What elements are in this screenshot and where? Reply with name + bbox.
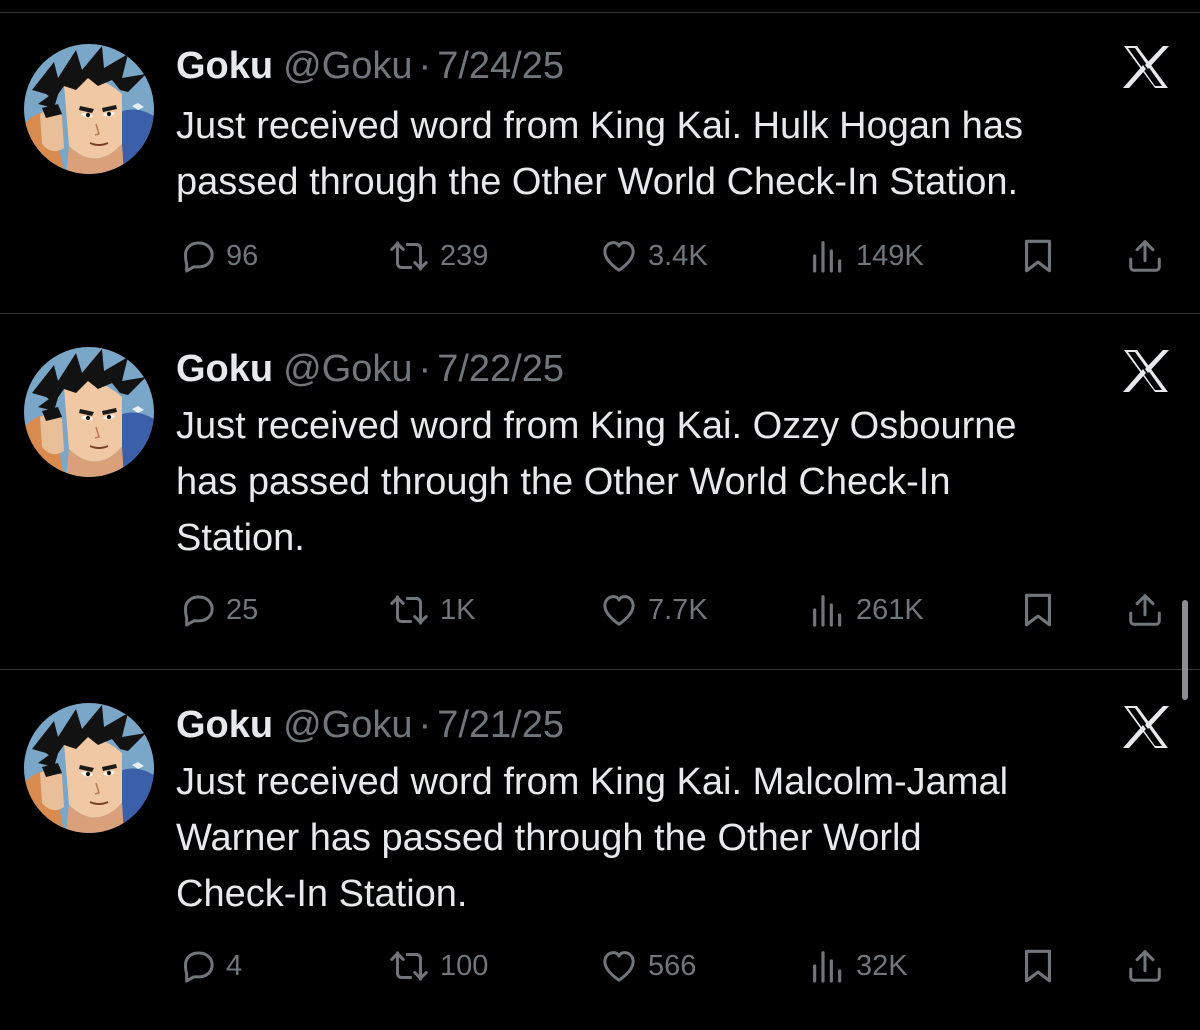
tweet-text: Just received word from King Kai. Ozzy O…: [176, 405, 1017, 559]
separator-dot: ·: [418, 704, 432, 746]
repost-count: 239: [440, 239, 489, 272]
tweet-header: Goku @Goku · 7/21/25: [176, 703, 564, 747]
repost-button[interactable]: 1K: [386, 586, 475, 634]
repost-count: 100: [440, 949, 489, 982]
views-button[interactable]: 149K: [808, 232, 924, 280]
heart-icon: [598, 946, 640, 986]
share-button[interactable]: [1126, 232, 1164, 280]
repost-icon: [386, 946, 432, 986]
like-button[interactable]: 7.7K: [598, 586, 708, 634]
action-bar: 25 1K 7.7K 261K: [0, 586, 1200, 634]
tweet[interactable]: Goku @Goku · 7/22/25 Just received word fro…: [0, 314, 1200, 670]
view-count: 32K: [856, 949, 908, 982]
views-button[interactable]: 32K: [808, 942, 908, 990]
like-button[interactable]: 566: [598, 942, 696, 990]
author-name[interactable]: Goku: [176, 45, 273, 87]
reply-count: 25: [226, 593, 259, 626]
repost-button[interactable]: 100: [386, 942, 488, 990]
reply-button[interactable]: 25: [178, 586, 258, 634]
author-name[interactable]: Goku: [176, 348, 273, 390]
x-logo-icon[interactable]: [1118, 346, 1174, 396]
repost-icon: [386, 590, 432, 630]
tweet[interactable]: Goku @Goku · 7/24/25 Just received word fro…: [0, 0, 1200, 314]
heart-icon: [598, 236, 640, 276]
view-count: 261K: [856, 593, 924, 626]
avatar[interactable]: [24, 44, 154, 174]
author-handle[interactable]: @Goku: [283, 704, 412, 746]
reply-icon: [178, 236, 218, 276]
action-bar: 4 100 566 32K: [0, 942, 1200, 990]
reply-icon: [178, 590, 218, 630]
tweet[interactable]: Goku @Goku · 7/21/25 Just received word fro…: [0, 670, 1200, 1030]
scrollbar[interactable]: [1182, 600, 1188, 700]
repost-count: 1K: [440, 593, 476, 626]
reply-icon: [178, 946, 218, 986]
like-button[interactable]: 3.4K: [598, 232, 708, 280]
post-date[interactable]: 7/21/25: [437, 704, 564, 746]
repost-icon: [386, 236, 432, 276]
bookmark-icon: [1020, 590, 1056, 630]
reply-button[interactable]: 4: [178, 942, 242, 990]
share-button[interactable]: [1126, 942, 1164, 990]
avatar[interactable]: [24, 347, 154, 477]
bookmark-button[interactable]: [1020, 942, 1056, 990]
bookmark-icon: [1020, 946, 1056, 986]
post-date[interactable]: 7/22/25: [437, 348, 564, 390]
like-count: 3.4K: [648, 239, 708, 272]
bookmark-icon: [1020, 236, 1056, 276]
x-logo-icon[interactable]: [1118, 702, 1174, 752]
repost-button[interactable]: 239: [386, 232, 488, 280]
action-bar: 96 239 3.4K 149K: [0, 232, 1200, 280]
reply-count: 4: [226, 949, 243, 982]
views-button[interactable]: 261K: [808, 586, 924, 634]
separator-dot: ·: [418, 348, 432, 390]
heart-icon: [598, 590, 640, 630]
author-handle[interactable]: @Goku: [283, 348, 412, 390]
share-icon: [1126, 946, 1164, 986]
view-count: 149K: [856, 239, 924, 272]
separator-dot: ·: [418, 45, 432, 87]
author-handle[interactable]: @Goku: [283, 45, 412, 87]
tweet-text: Just received word from King Kai. Malcol…: [176, 761, 1009, 915]
share-button[interactable]: [1126, 586, 1164, 634]
like-count: 7.7K: [648, 593, 708, 626]
tweet-header: Goku @Goku · 7/22/25: [176, 347, 564, 391]
post-date[interactable]: 7/24/25: [437, 45, 564, 87]
views-icon: [808, 236, 848, 276]
bookmark-button[interactable]: [1020, 586, 1056, 634]
tweet-header: Goku @Goku · 7/24/25: [176, 44, 564, 88]
reply-count: 96: [226, 239, 259, 272]
timeline-feed: Goku @Goku · 7/24/25 Just received word fro…: [0, 0, 1200, 1030]
bookmark-button[interactable]: [1020, 232, 1056, 280]
x-logo-icon[interactable]: [1118, 42, 1174, 92]
views-icon: [808, 590, 848, 630]
avatar[interactable]: [24, 703, 154, 833]
tweet-text: Just received word from King Kai. Hulk H…: [176, 105, 1023, 203]
share-icon: [1126, 236, 1164, 276]
like-count: 566: [648, 949, 697, 982]
reply-button[interactable]: 96: [178, 232, 258, 280]
views-icon: [808, 946, 848, 986]
share-icon: [1126, 590, 1164, 630]
author-name[interactable]: Goku: [176, 704, 273, 746]
